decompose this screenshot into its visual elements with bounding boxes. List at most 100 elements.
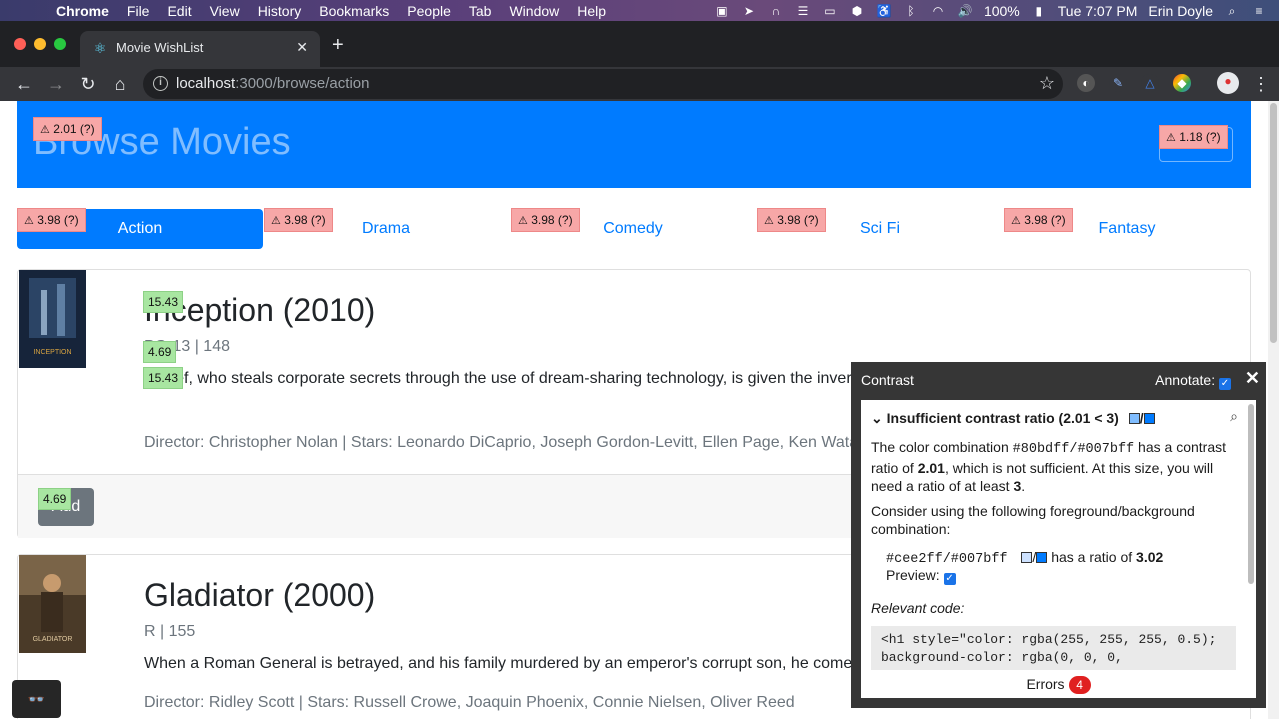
badge-ratio: 3.98 xyxy=(284,213,308,227)
menu-tab[interactable]: Tab xyxy=(469,3,492,19)
annotate-checkbox[interactable]: ✓ xyxy=(1219,378,1231,390)
text: The color combination xyxy=(871,439,1013,455)
forward-button[interactable]: → xyxy=(45,73,67,95)
window-minimize-button[interactable] xyxy=(34,38,46,50)
wifi-icon[interactable]: ◠ xyxy=(930,4,946,18)
profile-avatar[interactable]: ● xyxy=(1217,72,1239,94)
page-scrollbar[interactable] xyxy=(1268,101,1279,719)
menu-file[interactable]: File xyxy=(127,3,150,19)
movie-poster: GLADIATOR xyxy=(19,555,86,653)
inspect-magnifier-icon[interactable]: ⌕ xyxy=(1230,408,1238,425)
warning-icon: ⚠ xyxy=(40,124,50,136)
window-close-button[interactable] xyxy=(14,38,26,50)
tab-close-icon[interactable]: ✕ xyxy=(296,39,308,56)
movie-credits: Director: Ridley Scott | Stars: Russell … xyxy=(144,694,795,711)
back-button[interactable]: ← xyxy=(13,73,35,95)
menu-help[interactable]: Help xyxy=(577,3,606,19)
battery-percent[interactable]: 100% xyxy=(984,3,1020,19)
preview-checkbox[interactable]: ✓ xyxy=(943,573,956,585)
issue-details: ⌄ Insufficient contrast ratio (2.01 < 3)… xyxy=(861,400,1256,670)
menu-history[interactable]: History xyxy=(258,3,302,19)
contrast-badge-meta[interactable]: 4.69 xyxy=(143,341,177,363)
warning-icon: ⚠ xyxy=(1166,132,1176,144)
status-send-icon[interactable]: ➤ xyxy=(741,4,757,18)
contrast-badge-tab-sci-fi[interactable]: ⚠ 3.98 (?) xyxy=(757,208,826,232)
contrast-badge-heading[interactable]: ⚠ 2.01 (?) xyxy=(33,117,102,141)
warning-icon: ⚠ xyxy=(24,215,34,227)
status-arch-icon[interactable]: ∩ xyxy=(768,4,784,18)
annotate-toggle[interactable]: Annotate: ✓ xyxy=(1155,372,1231,390)
badge-help: (?) xyxy=(803,213,819,227)
relevant-code: <h1 style="color: rgba(255, 255, 255, 0.… xyxy=(871,626,1236,670)
volume-icon[interactable]: 🔊 xyxy=(957,4,973,18)
window-zoom-button[interactable] xyxy=(54,38,66,50)
issue-header[interactable]: ⌄ Insufficient contrast ratio (2.01 < 3)… xyxy=(871,410,1155,427)
contrast-badge-tab-fantasy[interactable]: ⚠ 3.98 (?) xyxy=(1004,208,1073,232)
errors-label: Errors xyxy=(1026,676,1065,692)
badge-help: (?) xyxy=(1050,213,1066,227)
contrast-badge-add-button[interactable]: 4.69 xyxy=(38,488,72,510)
relevant-code-label: Relevant code: xyxy=(871,600,965,616)
contrast-badge-tab-drama[interactable]: ⚠ 3.98 (?) xyxy=(264,208,333,232)
movie-meta: R | 155 xyxy=(144,623,196,640)
badge-ratio: 2.01 xyxy=(53,122,77,136)
badge-help: (?) xyxy=(1205,130,1221,144)
contrast-badge-title[interactable]: 15.43 xyxy=(143,291,184,313)
status-app-icon[interactable]: ▣ xyxy=(714,4,730,18)
poster-caption: INCEPTION xyxy=(33,349,71,356)
badge-ratio: 3.98 xyxy=(37,213,61,227)
badge-ratio: 3.98 xyxy=(531,213,555,227)
movie-poster: INCEPTION xyxy=(19,270,86,368)
badge-ratio: 3.98 xyxy=(777,213,801,227)
badge-ratio: 1.18 xyxy=(1179,130,1203,144)
reload-button[interactable]: ↻ xyxy=(77,73,99,95)
contrast-badge-tab-action[interactable]: ⚠ 3.98 (?) xyxy=(17,208,86,232)
bookmark-star-icon[interactable]: ☆ xyxy=(1039,73,1055,94)
menu-people[interactable]: People xyxy=(407,3,451,19)
chrome-menu-icon[interactable]: ⋮ xyxy=(1250,73,1272,95)
battery-icon[interactable]: ▮ xyxy=(1031,4,1047,18)
warning-icon: ⚠ xyxy=(1011,215,1021,227)
address-bar[interactable]: i localhost:3000/browse/action ☆ xyxy=(143,69,1063,99)
notification-center-icon[interactable]: ≡ xyxy=(1251,4,1267,18)
url-text[interactable]: localhost:3000/browse/action xyxy=(176,75,369,92)
contrast-panel: Contrast Annotate: ✓ ✕ ⌄ Insufficient co… xyxy=(851,362,1266,708)
chevron-down-icon: ⌄ xyxy=(871,410,883,426)
menu-view[interactable]: View xyxy=(210,3,240,19)
bluetooth-icon[interactable]: ᛒ xyxy=(903,4,919,18)
fg-swatch xyxy=(1128,413,1140,424)
new-tab-button[interactable]: + xyxy=(332,35,344,55)
menu-user[interactable]: Erin Doyle xyxy=(1148,3,1213,19)
home-button[interactable]: ⌂ xyxy=(109,73,131,95)
menu-clock[interactable]: Tue 7:07 PM xyxy=(1058,3,1138,19)
menu-bookmarks[interactable]: Bookmarks xyxy=(319,3,389,19)
extension-contrast-icon[interactable]: ◐ xyxy=(1077,74,1095,92)
browser-tab-strip: ⚛ Movie WishList ✕ + xyxy=(0,21,1279,67)
spotlight-search-icon[interactable]: ⌕ xyxy=(1224,4,1240,18)
accessibility-glasses-button[interactable]: 👓 xyxy=(12,680,61,718)
errors-footer[interactable]: Errors 4 xyxy=(861,670,1256,698)
contrast-badge-header-button[interactable]: ⚠ 1.18 (?) xyxy=(1159,125,1228,149)
site-info-icon[interactable]: i xyxy=(153,76,168,91)
menu-edit[interactable]: Edit xyxy=(167,3,191,19)
contrast-badge-description[interactable]: 15.43 xyxy=(143,367,184,389)
extension-triangle-icon[interactable]: △ xyxy=(1141,74,1159,92)
status-cube-icon[interactable]: ⬢ xyxy=(849,4,865,18)
contrast-badge-tab-comedy[interactable]: ⚠ 3.98 (?) xyxy=(511,208,580,232)
badge-ratio: 3.98 xyxy=(1024,213,1048,227)
contrast-panel-title: Contrast xyxy=(861,372,914,388)
panel-scrollbar[interactable] xyxy=(1248,404,1254,584)
display-icon[interactable]: ▭ xyxy=(822,4,838,18)
badge-help: (?) xyxy=(310,213,326,227)
menu-window[interactable]: Window xyxy=(509,3,559,19)
extension-color-icon[interactable]: ◆ xyxy=(1173,74,1191,92)
issue-description: The color combination #80bdff/#007bff ha… xyxy=(871,438,1231,495)
suggested-ratio: 3.02 xyxy=(1136,549,1164,565)
browser-tab-active[interactable]: ⚛ Movie WishList ✕ xyxy=(80,31,320,67)
status-menu-icon[interactable]: ☰ xyxy=(795,4,811,18)
scrollbar-thumb[interactable] xyxy=(1270,103,1277,343)
menu-app-name[interactable]: Chrome xyxy=(56,3,109,19)
accessibility-icon[interactable]: ♿ xyxy=(876,4,892,18)
panel-close-icon[interactable]: ✕ xyxy=(1245,368,1260,389)
extension-eyedropper-icon[interactable]: ✎ xyxy=(1109,74,1127,92)
